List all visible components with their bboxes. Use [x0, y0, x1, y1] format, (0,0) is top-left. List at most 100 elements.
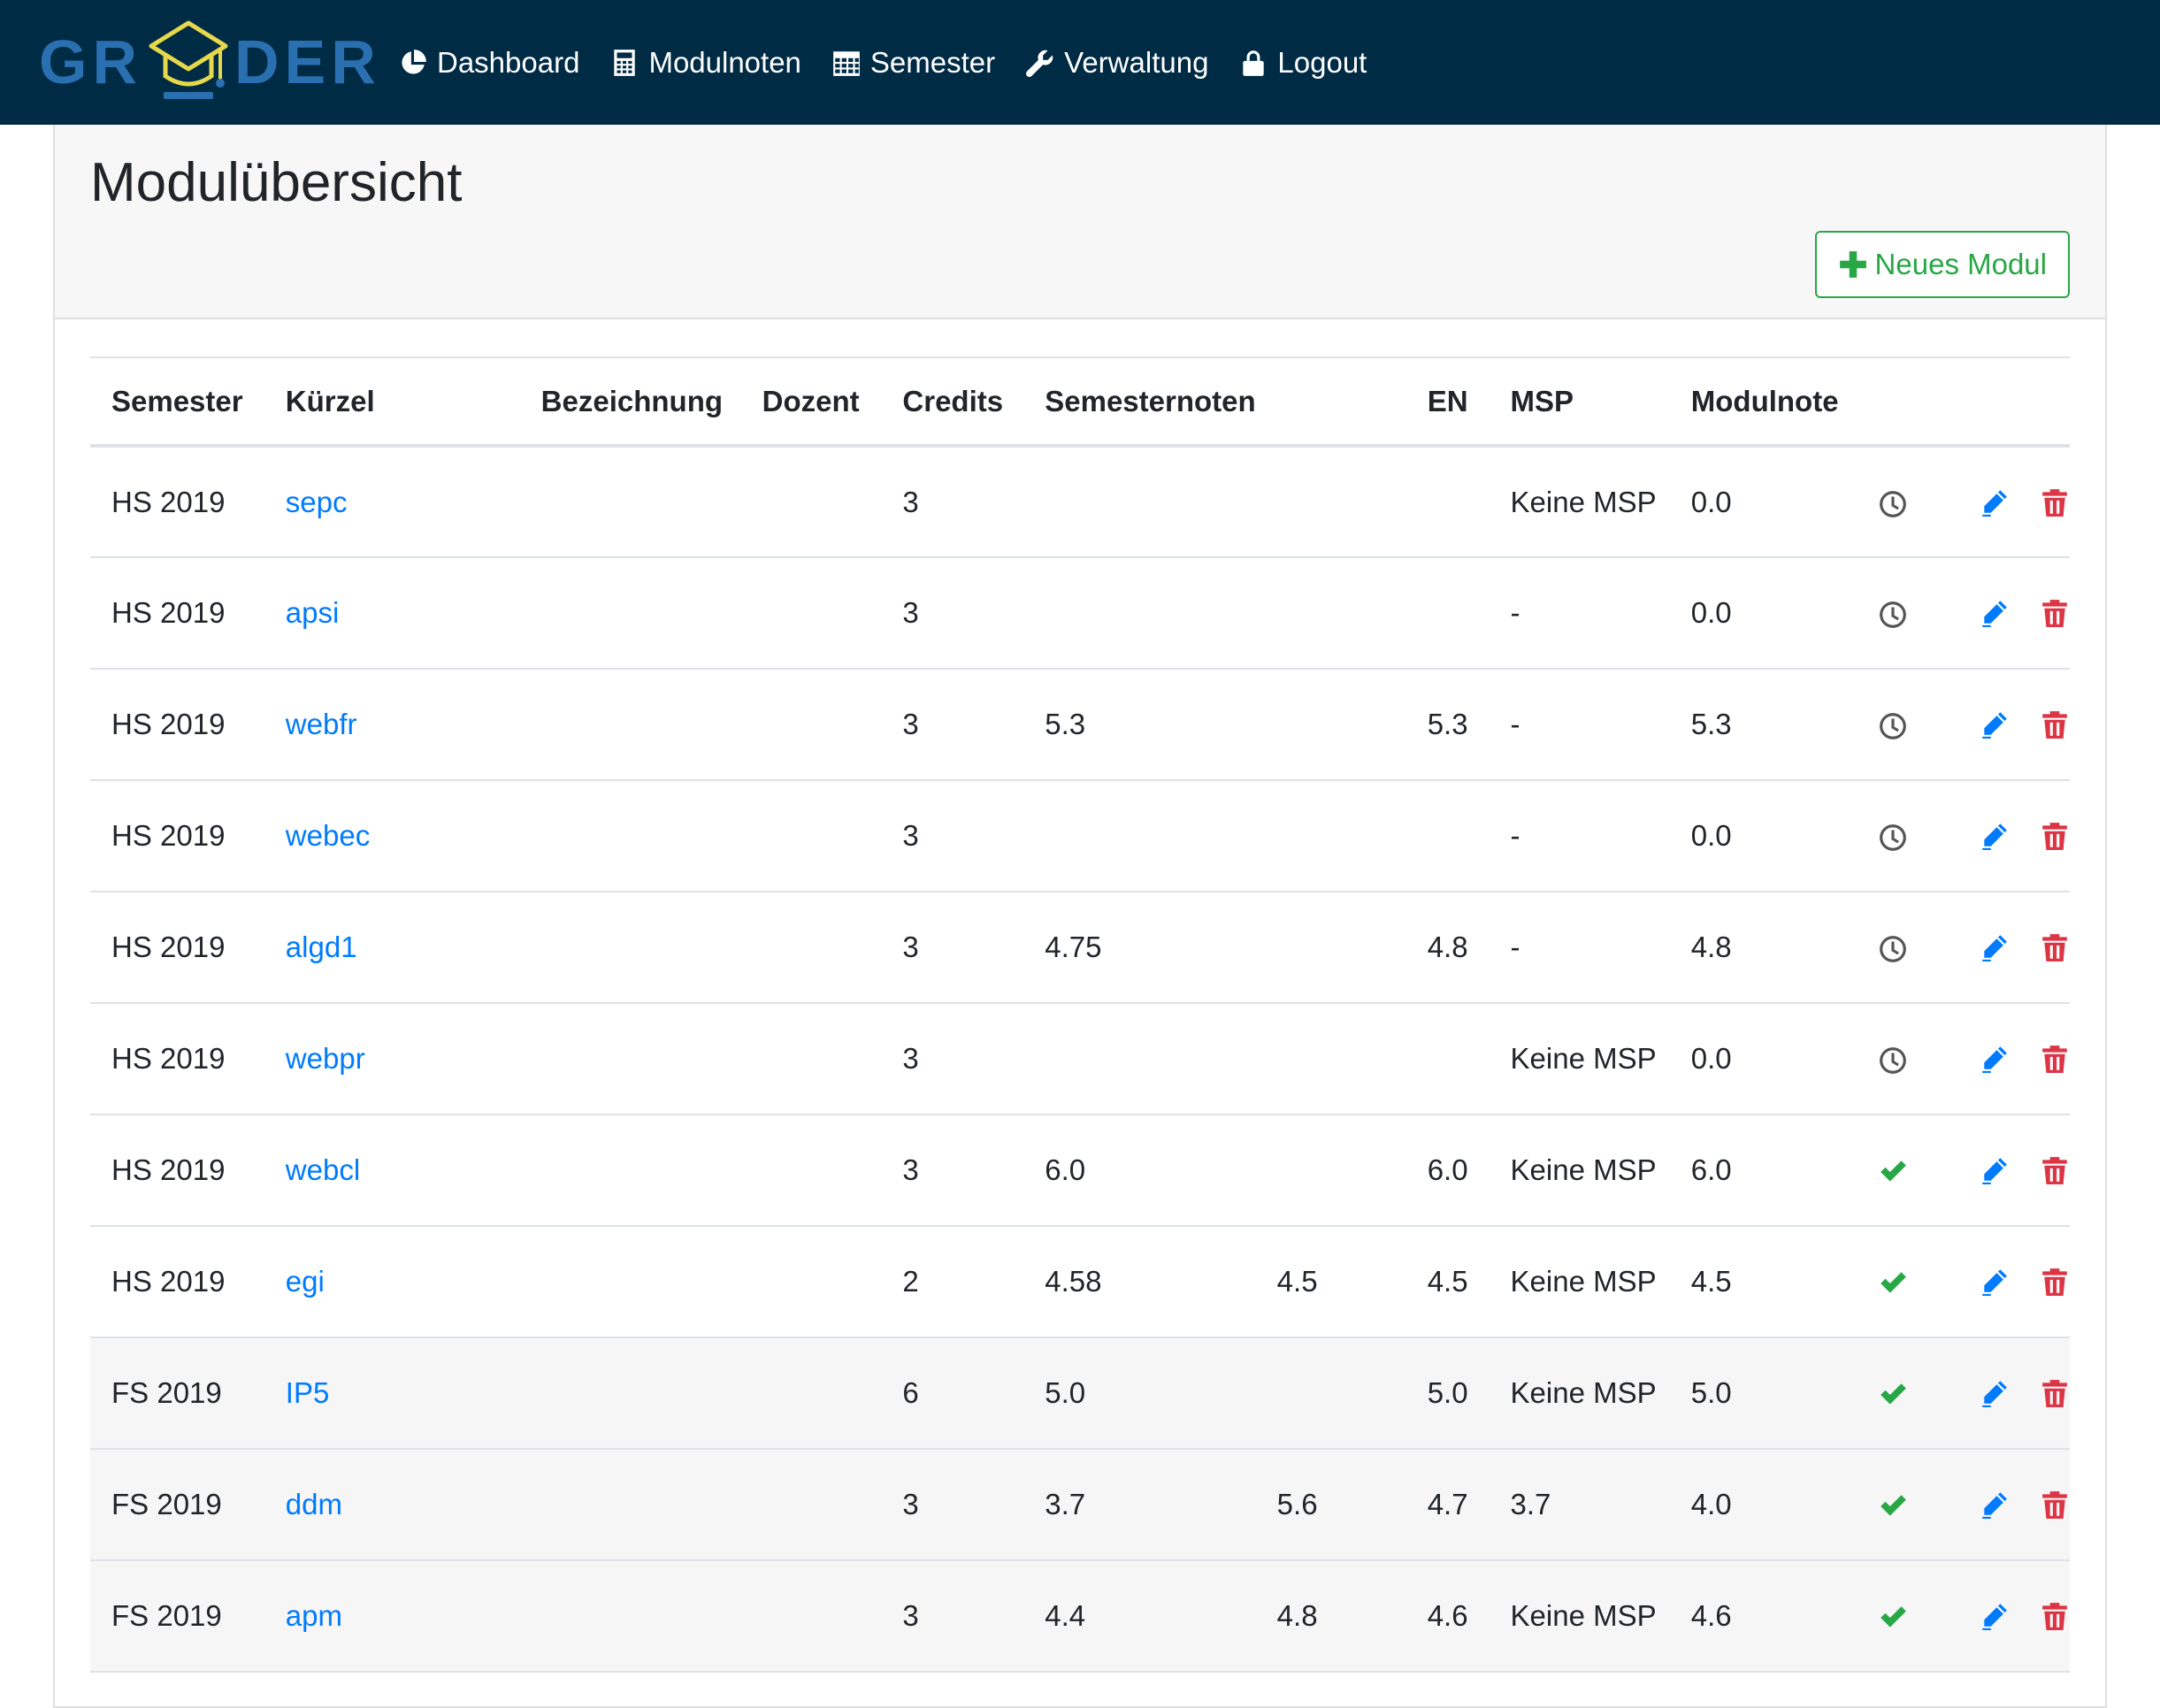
- delete-trash-icon[interactable]: [2040, 1044, 2070, 1074]
- nav-item-modulnoten[interactable]: Modulnoten: [609, 45, 801, 80]
- edit-pencil-icon[interactable]: [1980, 487, 2010, 517]
- clock-pending-icon: [1879, 824, 1906, 852]
- delete-trash-icon[interactable]: [2040, 932, 2070, 962]
- new-module-button[interactable]: Neues Modul: [1814, 231, 2070, 298]
- cell-dozent: [740, 1337, 882, 1450]
- cell-actions: [1958, 669, 2070, 781]
- delete-trash-icon[interactable]: [2040, 1601, 2070, 1631]
- module-link[interactable]: apsi: [286, 596, 340, 629]
- cell-modulnote: 5.0: [1669, 1337, 1857, 1450]
- edit-pencil-icon[interactable]: [1980, 709, 2010, 739]
- col-bezeichnung[interactable]: Bezeichnung: [519, 356, 741, 448]
- cell-modulnote: 0.0: [1669, 780, 1857, 892]
- cell-semesternote-1: [1023, 446, 1256, 558]
- cell-en: 5.0: [1406, 1337, 1490, 1450]
- cell-actions: [1958, 1226, 2070, 1338]
- module-link[interactable]: IP5: [286, 1376, 330, 1409]
- cell-semesternote-1: 4.4: [1023, 1560, 1256, 1673]
- cell-status: [1856, 780, 1958, 892]
- col-en[interactable]: EN: [1406, 356, 1490, 448]
- cell-modulnote: 0.0: [1669, 1003, 1857, 1115]
- cell-semesternote-2: [1255, 780, 1406, 892]
- cell-bezeichnung: [519, 892, 741, 1004]
- delete-trash-icon[interactable]: [2040, 1267, 2070, 1297]
- module-link[interactable]: webec: [286, 819, 370, 852]
- cell-credits: 3: [881, 557, 1024, 670]
- col-kuerzel[interactable]: Kürzel: [264, 356, 520, 448]
- edit-pencil-icon[interactable]: [1980, 598, 2010, 628]
- edit-pencil-icon[interactable]: [1980, 1378, 2010, 1408]
- clock-pending-icon: [1879, 490, 1906, 517]
- table-row: FS 2019 IP5 6 5.0 5.0 Keine MSP 5.0: [90, 1337, 2070, 1450]
- graduation-cap-icon: [149, 20, 228, 99]
- cell-status: [1856, 1003, 1958, 1115]
- cell-dozent: [740, 1560, 882, 1673]
- module-link[interactable]: algd1: [286, 931, 357, 963]
- module-link[interactable]: webpr: [286, 1042, 365, 1075]
- nav-item-semester[interactable]: Semester: [831, 46, 995, 80]
- col-msp[interactable]: MSP: [1489, 356, 1670, 448]
- table-row: FS 2019 ddm 3 3.7 5.6 4.7 3.7 4.0: [90, 1449, 2070, 1561]
- nav-item-verwaltung[interactable]: Verwaltung: [1025, 46, 1208, 80]
- col-dozent[interactable]: Dozent: [740, 356, 882, 448]
- table-row: HS 2019 webpr 3 Keine MSP 0.0: [90, 1003, 2070, 1115]
- clock-pending-icon: [1879, 713, 1906, 740]
- table-row: FS 2019 apm 3 4.4 4.8 4.6 Keine MSP 4.6: [90, 1560, 2070, 1673]
- delete-trash-icon[interactable]: [2040, 1155, 2070, 1185]
- delete-trash-icon[interactable]: [2040, 487, 2070, 517]
- edit-pencil-icon[interactable]: [1980, 932, 2010, 962]
- cell-en: 5.3: [1406, 669, 1490, 781]
- col-credits[interactable]: Credits: [881, 356, 1024, 448]
- cell-bezeichnung: [519, 1449, 741, 1561]
- table-row: HS 2019 webec 3 - 0.0: [90, 780, 2070, 892]
- nav-label: Dashboard: [437, 45, 580, 79]
- nav-item-logout[interactable]: Logout: [1238, 46, 1367, 80]
- edit-pencil-icon[interactable]: [1980, 1155, 2010, 1185]
- delete-trash-icon[interactable]: [2040, 709, 2070, 739]
- module-link[interactable]: webfr: [286, 708, 357, 740]
- cell-actions: [1958, 892, 2070, 1004]
- pie-chart-icon: [402, 49, 426, 74]
- clock-pending-icon: [1879, 601, 1906, 629]
- cell-semesternote-2: [1255, 557, 1406, 670]
- check-done-icon: [1880, 1383, 1906, 1405]
- module-table: Semester Kürzel Bezeichnung Dozent Credi…: [90, 356, 2070, 1673]
- col-semester[interactable]: Semester: [90, 356, 264, 448]
- lock-icon: [1243, 50, 1265, 76]
- cell-credits: 3: [881, 892, 1024, 1004]
- delete-trash-icon[interactable]: [2040, 1490, 2070, 1520]
- table-row: HS 2019 webcl 3 6.0 6.0 Keine MSP 6.0: [90, 1114, 2070, 1227]
- edit-pencil-icon[interactable]: [1980, 1044, 2010, 1074]
- col-actions: [1958, 356, 2070, 448]
- cell-bezeichnung: [519, 669, 741, 781]
- module-link[interactable]: egi: [286, 1265, 325, 1298]
- edit-pencil-icon[interactable]: [1980, 1601, 2010, 1631]
- edit-pencil-icon[interactable]: [1980, 1490, 2010, 1520]
- edit-pencil-icon[interactable]: [1980, 1267, 2010, 1297]
- delete-trash-icon[interactable]: [2040, 598, 2070, 628]
- grader-logo[interactable]: GR DER: [39, 18, 381, 106]
- module-link[interactable]: sepc: [286, 486, 348, 518]
- edit-pencil-icon[interactable]: [1980, 821, 2010, 851]
- module-link[interactable]: webcl: [286, 1153, 360, 1186]
- col-semesternoten[interactable]: Semesternoten: [1023, 356, 1256, 448]
- cell-semesternote-1: [1023, 780, 1256, 892]
- cell-en: 6.0: [1406, 1114, 1490, 1227]
- delete-trash-icon[interactable]: [2040, 821, 2070, 851]
- nav-item-dashboard[interactable]: Dashboard: [398, 46, 579, 80]
- col-modulnote[interactable]: Modulnote: [1669, 356, 1857, 448]
- cell-bezeichnung: [519, 780, 741, 892]
- module-link[interactable]: ddm: [286, 1488, 342, 1520]
- delete-trash-icon[interactable]: [2040, 1378, 2070, 1408]
- module-link[interactable]: apm: [286, 1599, 342, 1632]
- clock-pending-icon: [1879, 1047, 1906, 1075]
- cell-kuerzel: apm: [264, 1560, 520, 1673]
- cell-actions: [1958, 780, 2070, 892]
- card-header: Modulübersicht Neues Modul: [55, 125, 2105, 319]
- cell-actions: [1958, 1337, 2070, 1450]
- cell-dozent: [740, 1226, 882, 1338]
- cell-bezeichnung: [519, 1003, 741, 1115]
- table-row: HS 2019 algd1 3 4.75 4.8 - 4.8: [90, 892, 2070, 1004]
- cell-modulnote: 0.0: [1669, 446, 1857, 558]
- nav-label: Modulnoten: [648, 45, 801, 79]
